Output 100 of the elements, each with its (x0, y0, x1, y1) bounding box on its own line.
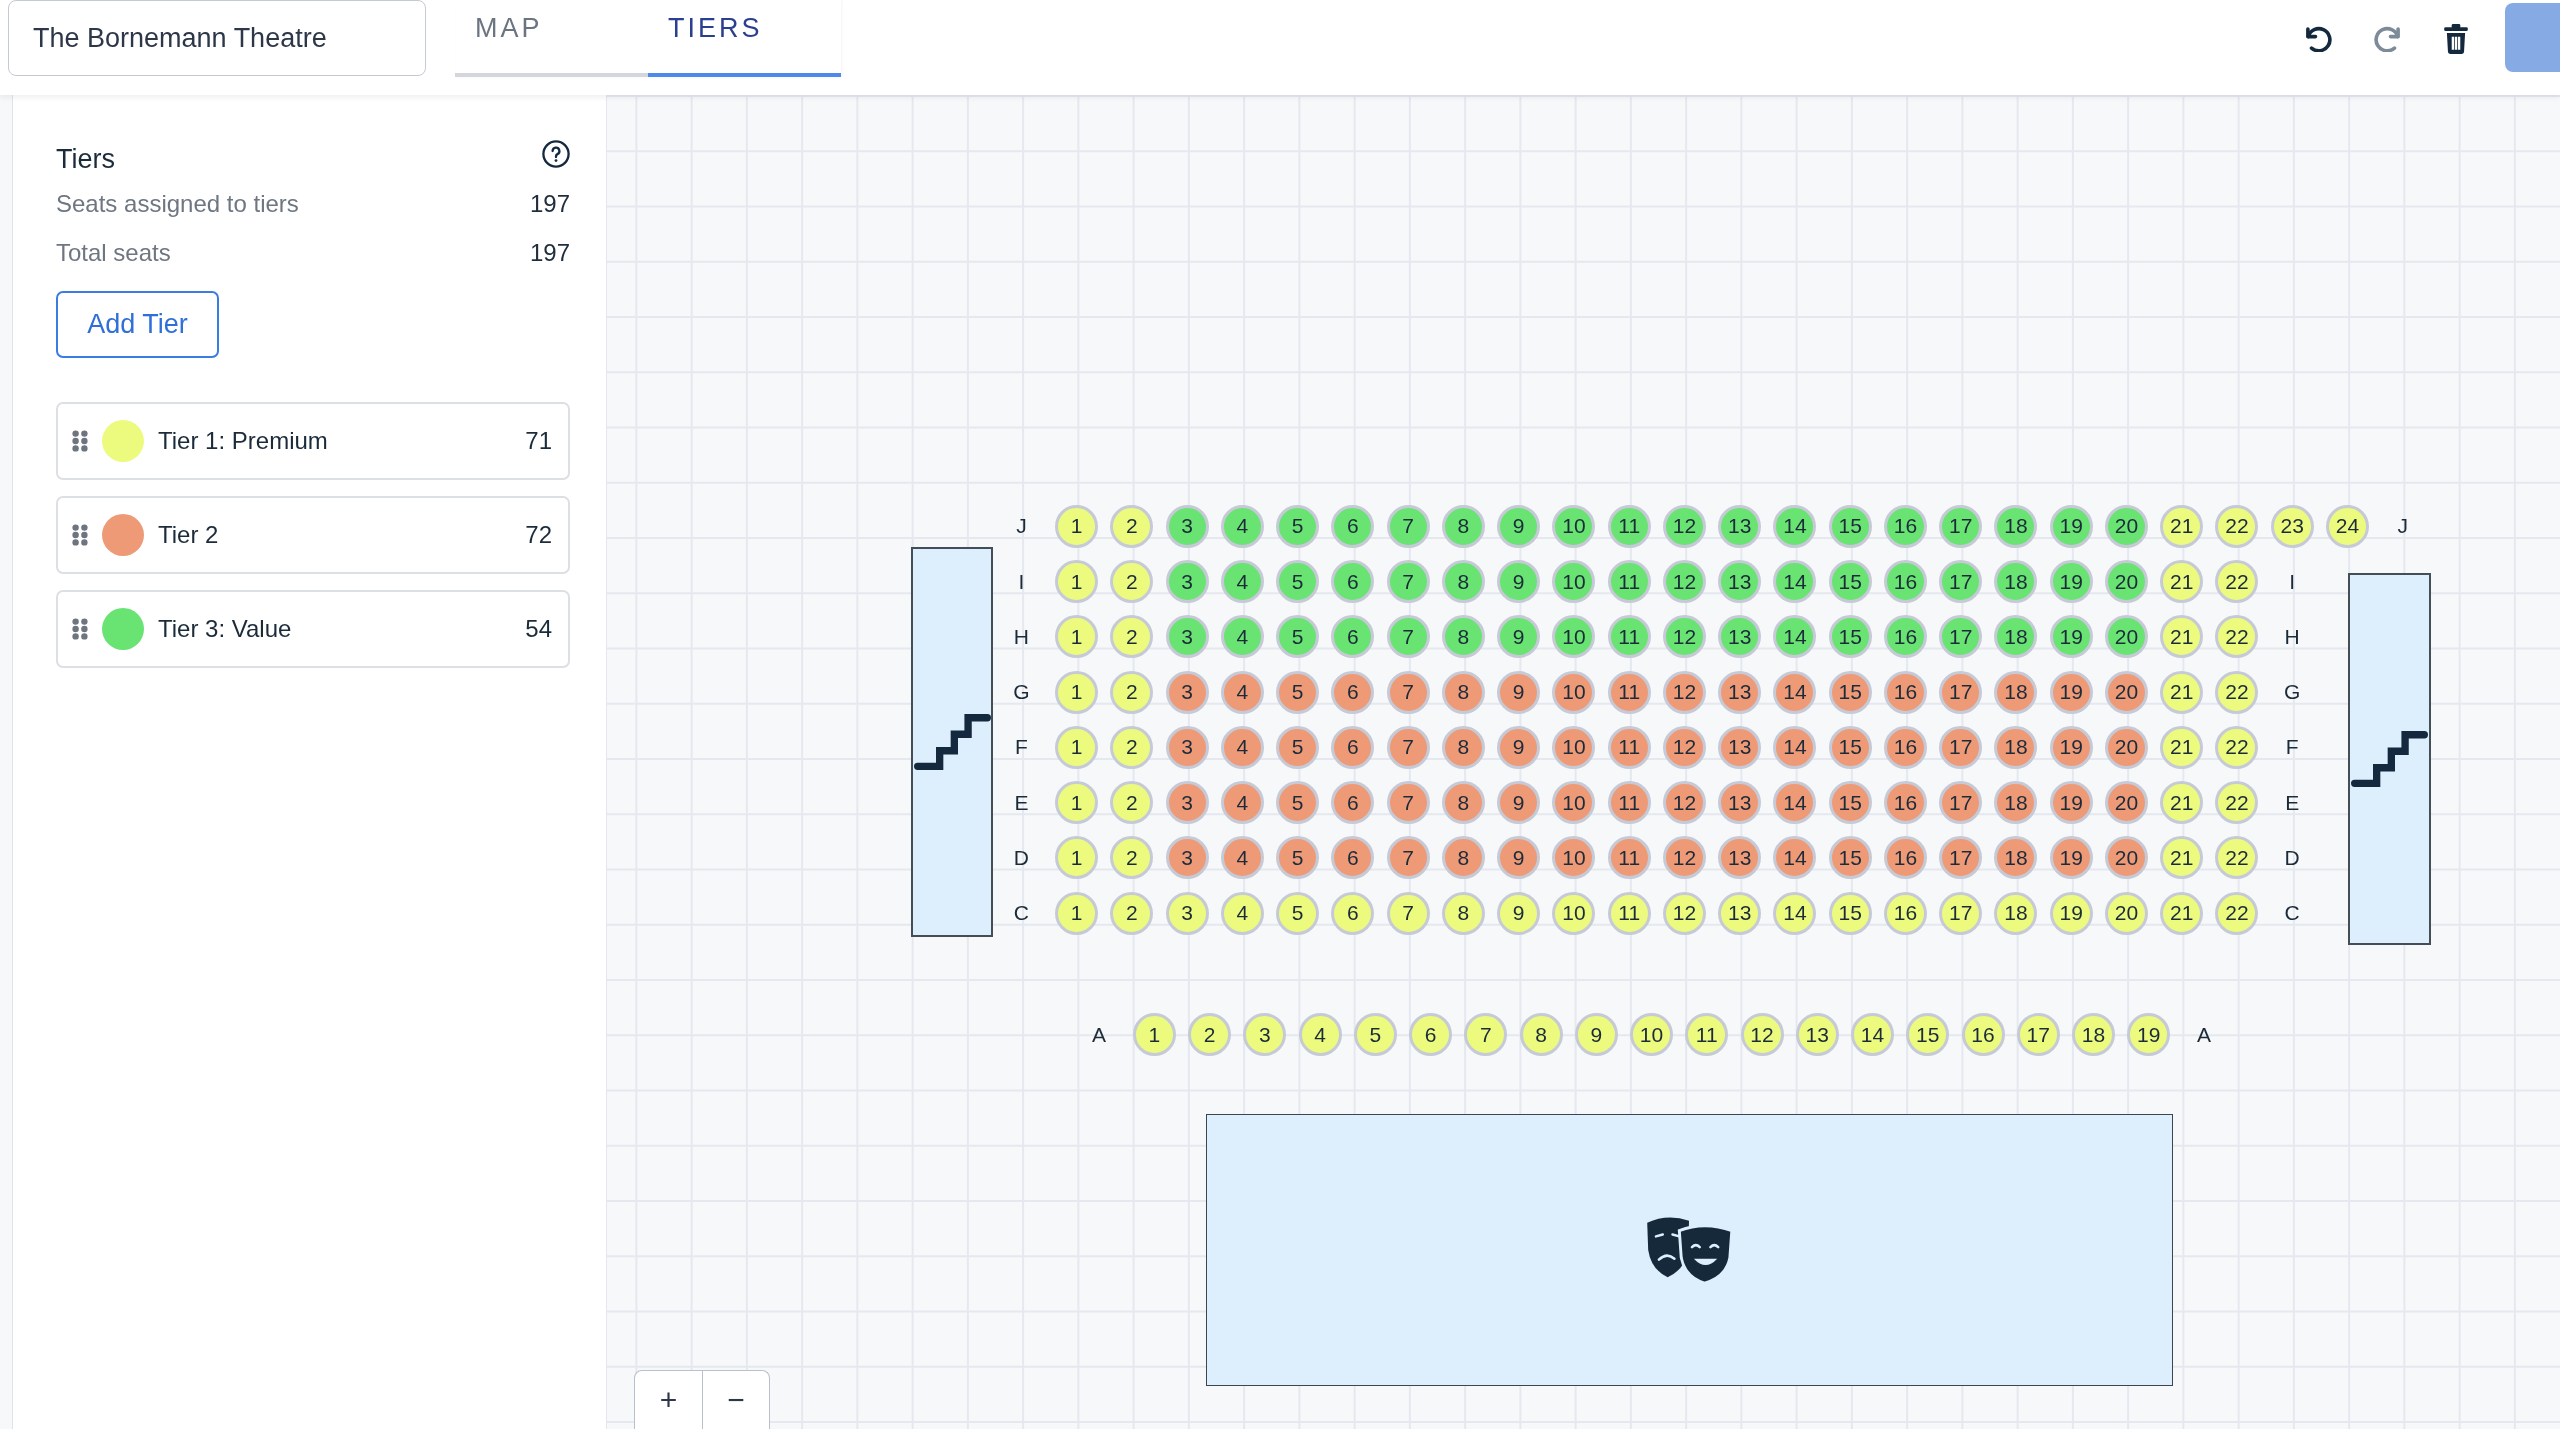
seat[interactable]: 20 (2104, 560, 2148, 604)
seat[interactable]: 20 (2104, 836, 2148, 880)
seat[interactable]: 14 (1773, 781, 1817, 825)
seat[interactable]: 17 (1939, 891, 1983, 935)
seat[interactable]: 20 (2104, 670, 2148, 714)
seat[interactable]: 16 (1961, 1013, 2005, 1056)
seat[interactable]: 12 (1662, 615, 1706, 659)
seat[interactable]: 20 (2104, 504, 2148, 548)
seat[interactable]: 6 (1331, 781, 1375, 825)
seat[interactable]: 15 (1828, 891, 1872, 935)
seat[interactable]: 11 (1607, 615, 1651, 659)
seat[interactable]: 5 (1276, 836, 1320, 880)
seat[interactable]: 19 (2049, 781, 2093, 825)
seat[interactable]: 12 (1662, 670, 1706, 714)
seat[interactable]: 5 (1353, 1013, 1397, 1056)
zoom-in-button[interactable]: + (635, 1371, 702, 1429)
seat[interactable]: 10 (1552, 781, 1596, 825)
seat[interactable]: 2 (1110, 725, 1154, 769)
seat[interactable]: 11 (1685, 1013, 1729, 1056)
seat[interactable]: 12 (1662, 560, 1706, 604)
seat[interactable]: 17 (1939, 725, 1983, 769)
seat[interactable]: 9 (1497, 891, 1541, 935)
help-icon[interactable] (542, 140, 570, 168)
seat[interactable]: 7 (1386, 615, 1430, 659)
seat[interactable]: 16 (1883, 560, 1927, 604)
seat[interactable]: 11 (1607, 560, 1651, 604)
seat[interactable]: 7 (1464, 1013, 1508, 1056)
seat[interactable]: 15 (1828, 670, 1872, 714)
seat[interactable]: 20 (2104, 781, 2148, 825)
seat[interactable]: 17 (1939, 836, 1983, 880)
seat[interactable]: 19 (2049, 670, 2093, 714)
seat[interactable]: 10 (1552, 615, 1596, 659)
seat[interactable]: 22 (2215, 615, 2259, 659)
seat[interactable]: 4 (1220, 504, 1264, 548)
seat[interactable]: 4 (1220, 781, 1264, 825)
seat[interactable]: 19 (2049, 836, 2093, 880)
seat[interactable]: 16 (1883, 504, 1927, 548)
seat[interactable]: 21 (2160, 836, 2204, 880)
seat[interactable]: 6 (1331, 836, 1375, 880)
seat[interactable]: 16 (1883, 615, 1927, 659)
seat[interactable]: 15 (1828, 504, 1872, 548)
tab[interactable]: TIERS (648, 0, 841, 77)
seat[interactable]: 20 (2104, 725, 2148, 769)
seat[interactable]: 22 (2215, 725, 2259, 769)
seat[interactable]: 8 (1519, 1013, 1563, 1056)
seat[interactable]: 13 (1795, 1013, 1839, 1056)
seat[interactable]: 17 (1939, 560, 1983, 604)
seat[interactable]: 22 (2215, 891, 2259, 935)
seat[interactable]: 18 (1994, 504, 2038, 548)
seat[interactable]: 11 (1607, 504, 1651, 548)
seat[interactable]: 9 (1497, 836, 1541, 880)
seat[interactable]: 10 (1552, 670, 1596, 714)
drag-handle-icon[interactable] (72, 524, 88, 546)
seat[interactable]: 7 (1386, 560, 1430, 604)
seat[interactable]: 18 (1994, 670, 2038, 714)
seat[interactable]: 5 (1276, 560, 1320, 604)
seat[interactable]: 11 (1607, 781, 1651, 825)
seat[interactable]: 13 (1718, 670, 1762, 714)
tier-card[interactable]: Tier 2 72 (56, 496, 570, 574)
seat[interactable]: 14 (1851, 1013, 1894, 1056)
seat[interactable]: 13 (1718, 836, 1762, 880)
seat[interactable]: 22 (2215, 836, 2259, 880)
seat[interactable]: 1 (1132, 1013, 1176, 1056)
seat[interactable]: 18 (1994, 725, 2038, 769)
seat[interactable]: 12 (1662, 504, 1706, 548)
seat[interactable]: 10 (1552, 891, 1596, 935)
seat[interactable]: 3 (1165, 781, 1209, 825)
seat[interactable]: 9 (1497, 725, 1541, 769)
seat[interactable]: 3 (1243, 1013, 1287, 1056)
seat[interactable]: 11 (1607, 725, 1651, 769)
seat[interactable]: 14 (1773, 504, 1817, 548)
seat[interactable]: 4 (1220, 615, 1264, 659)
seat[interactable]: 9 (1574, 1013, 1618, 1056)
seat[interactable]: 6 (1331, 670, 1375, 714)
seat[interactable]: 19 (2049, 504, 2093, 548)
seat[interactable]: 18 (2072, 1013, 2115, 1056)
seat[interactable]: 24 (2325, 504, 2369, 548)
seat[interactable]: 8 (1441, 615, 1485, 659)
seat[interactable]: 5 (1276, 891, 1320, 935)
seat[interactable]: 9 (1497, 670, 1541, 714)
seat[interactable]: 17 (1939, 615, 1983, 659)
seat[interactable]: 14 (1773, 836, 1817, 880)
seat[interactable]: 1 (1055, 670, 1099, 714)
seat[interactable]: 4 (1220, 670, 1264, 714)
seat[interactable]: 5 (1276, 725, 1320, 769)
seat[interactable]: 1 (1055, 615, 1099, 659)
seat[interactable]: 22 (2215, 504, 2259, 548)
seat[interactable]: 11 (1607, 836, 1651, 880)
seat[interactable]: 16 (1883, 836, 1927, 880)
seat[interactable]: 4 (1220, 725, 1264, 769)
seat[interactable]: 2 (1188, 1013, 1231, 1056)
venue-name-field[interactable]: The Bornemann Theatre (8, 0, 426, 76)
seat[interactable]: 8 (1441, 836, 1485, 880)
seat[interactable]: 2 (1110, 891, 1154, 935)
seat[interactable]: 7 (1386, 725, 1430, 769)
seat[interactable]: 9 (1497, 560, 1541, 604)
seat[interactable]: 15 (1828, 615, 1872, 659)
seat[interactable]: 13 (1718, 560, 1762, 604)
seat[interactable]: 21 (2160, 615, 2204, 659)
seat[interactable]: 20 (2104, 891, 2148, 935)
